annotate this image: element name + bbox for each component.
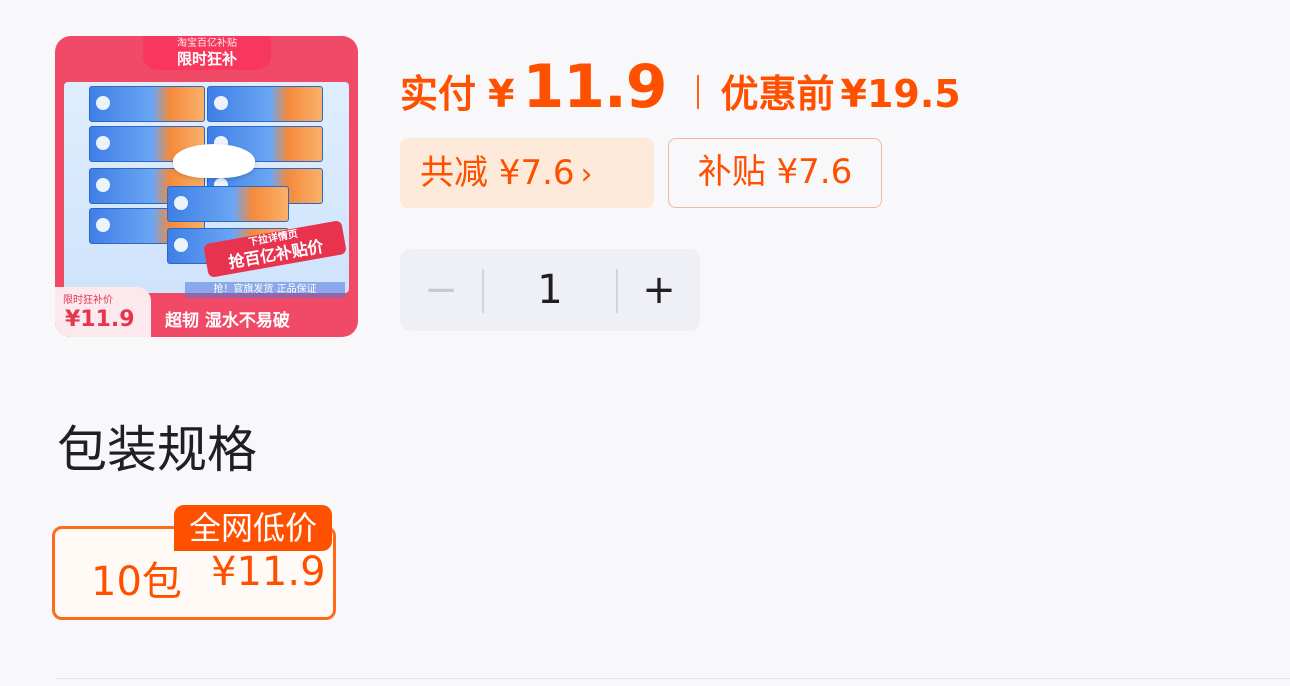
- quantity-value[interactable]: 1: [484, 249, 616, 331]
- image-price-label: 限时狂补价: [63, 295, 113, 306]
- spec-option-price: ¥11.9: [211, 549, 326, 595]
- total-discount-text: 共减 ¥7.6: [420, 153, 575, 193]
- before-discount-price: ¥19.5: [840, 72, 961, 116]
- image-slogan: 超韧 湿水不易破: [165, 311, 290, 331]
- image-price-box: 限时狂补价 ¥11.9: [55, 287, 151, 337]
- image-top-banner: 淘宝百亿补贴 限时狂补: [143, 36, 271, 70]
- pay-currency: ¥: [488, 72, 515, 116]
- pay-amount: 11.9: [522, 52, 667, 122]
- before-discount-label: 优惠前: [720, 72, 835, 116]
- lowest-price-badge: 全网低价: [174, 505, 332, 551]
- bottom-divider: [56, 678, 1290, 679]
- subsidy-text: 补贴 ¥7.6: [697, 152, 853, 192]
- price-row: 实付 ¥11.9 优惠前 ¥19.5: [400, 52, 961, 122]
- pay-label: 实付: [400, 72, 477, 116]
- total-discount-tag[interactable]: 共减 ¥7.6 ›: [400, 138, 654, 208]
- tissue-pack: [89, 86, 205, 122]
- product-image[interactable]: 淘宝百亿补贴 限时狂补 下拉详情页 抢百亿补贴价 抢！官旗发货 正品保证 限时狂…: [55, 36, 358, 337]
- image-notice: 抢！官旗发货 正品保证: [185, 282, 345, 298]
- section-title-package-spec: 包装规格: [57, 421, 257, 479]
- tissue-pack: [167, 186, 289, 222]
- tissue-pack: [207, 86, 323, 122]
- price-separator: [696, 75, 699, 109]
- decrease-quantity-button[interactable]: −: [400, 249, 482, 331]
- spec-option-label: 10包: [91, 559, 182, 605]
- quantity-stepper: − 1 +: [400, 249, 700, 331]
- chevron-right-icon: ›: [580, 157, 593, 192]
- subsidy-tag: 补贴 ¥7.6: [668, 138, 882, 208]
- tissue-sheet: [173, 144, 255, 178]
- image-top-banner-small: 淘宝百亿补贴: [177, 38, 237, 49]
- image-price: ¥11.9: [65, 307, 135, 332]
- increase-quantity-button[interactable]: +: [618, 249, 700, 331]
- image-top-banner-main: 限时狂补: [176, 50, 237, 68]
